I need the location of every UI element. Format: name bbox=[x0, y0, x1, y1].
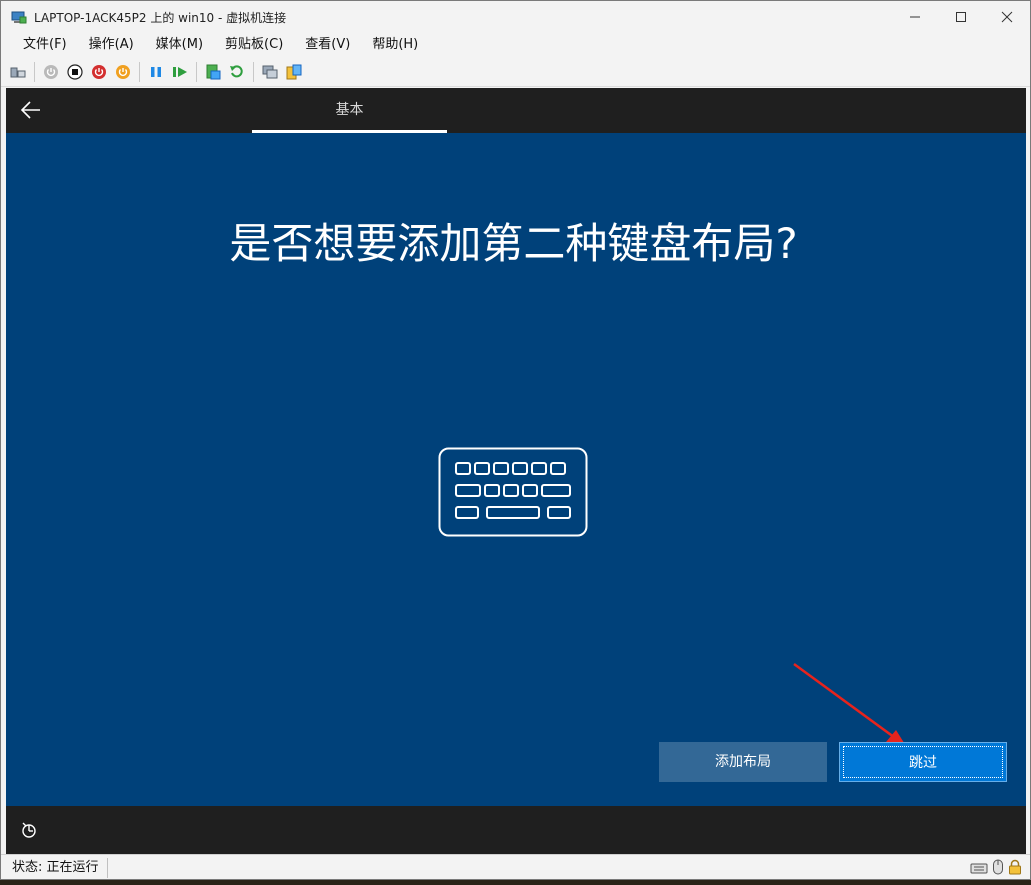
toolbar bbox=[1, 58, 1030, 87]
title-bar: LAPTOP-1ACK45P2 上的 win10 - 虚拟机连接 bbox=[1, 1, 1030, 33]
turn-off-icon[interactable] bbox=[66, 63, 84, 81]
desktop-background bbox=[0, 880, 1031, 885]
step-tab-basics: 基本 bbox=[335, 102, 364, 118]
accessibility-icon[interactable] bbox=[20, 821, 38, 839]
menu-bar: 文件(F) 操作(A) 媒体(M) 剪贴板(C) 查看(V) 帮助(H) bbox=[1, 33, 1030, 57]
minimize-button[interactable] bbox=[892, 1, 938, 33]
share-icon[interactable] bbox=[285, 63, 303, 81]
shut-down-icon[interactable] bbox=[90, 63, 108, 81]
keyboard-icon bbox=[438, 447, 588, 537]
maximize-button[interactable] bbox=[938, 1, 984, 33]
enhanced-session-icon[interactable] bbox=[261, 63, 279, 81]
save-icon[interactable] bbox=[114, 63, 132, 81]
skip-button[interactable]: 跳过 bbox=[839, 742, 1007, 782]
menu-view[interactable]: 查看(V) bbox=[294, 33, 361, 57]
vm-status-text: 状态: 正在运行 bbox=[12, 858, 108, 878]
pause-icon[interactable] bbox=[147, 63, 165, 81]
vm-connection-window: LAPTOP-1ACK45P2 上的 win10 - 虚拟机连接 文件(F) 操… bbox=[0, 0, 1031, 880]
back-arrow-icon[interactable] bbox=[20, 100, 42, 120]
oobe-header: 基本 bbox=[6, 88, 1026, 133]
page-heading: 是否想要添加第二种键盘布局? bbox=[229, 219, 798, 268]
vm-connect-app-icon bbox=[11, 10, 27, 24]
oobe-footer bbox=[6, 806, 1026, 854]
menu-media[interactable]: 媒体(M) bbox=[145, 33, 214, 57]
menu-clipboard[interactable]: 剪贴板(C) bbox=[214, 33, 294, 57]
step-tab-underline bbox=[252, 130, 447, 133]
mouse-status-icon bbox=[992, 859, 1004, 879]
resume-icon[interactable] bbox=[171, 63, 189, 81]
menu-help[interactable]: 帮助(H) bbox=[361, 33, 429, 57]
toolbar-separator bbox=[139, 62, 140, 82]
lock-icon bbox=[1008, 859, 1022, 879]
status-icons bbox=[970, 859, 1022, 879]
toolbar-separator bbox=[34, 62, 35, 82]
ctrl-alt-del-icon[interactable] bbox=[9, 63, 27, 81]
vm-screen[interactable]: 基本 是否想要添加第二种键盘布局? 添加布局 跳过 bbox=[6, 88, 1026, 854]
revert-icon[interactable] bbox=[228, 63, 246, 81]
add-layout-button[interactable]: 添加布局 bbox=[659, 742, 827, 782]
menu-action[interactable]: 操作(A) bbox=[78, 33, 145, 57]
start-icon[interactable] bbox=[42, 63, 60, 81]
checkpoint-icon[interactable] bbox=[204, 63, 222, 81]
window-title: LAPTOP-1ACK45P2 上的 win10 - 虚拟机连接 bbox=[34, 10, 287, 25]
toolbar-separator bbox=[253, 62, 254, 82]
keyboard-status-icon bbox=[970, 860, 988, 879]
close-button[interactable] bbox=[984, 1, 1030, 33]
toolbar-separator bbox=[196, 62, 197, 82]
status-bar: 状态: 正在运行 bbox=[1, 854, 1030, 879]
menu-file[interactable]: 文件(F) bbox=[12, 33, 78, 57]
